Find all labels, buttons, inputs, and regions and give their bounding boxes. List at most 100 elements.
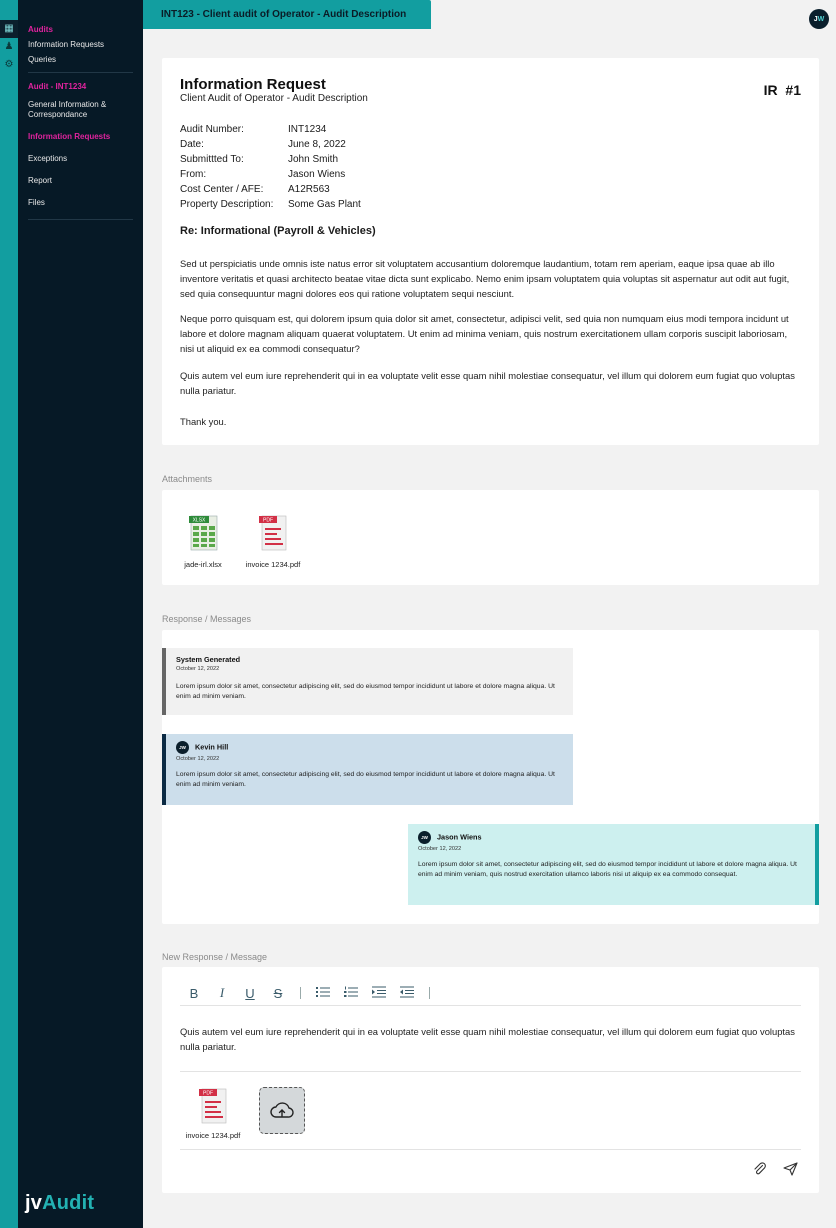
message-system: System Generated October 12, 2022 Lorem … bbox=[162, 648, 573, 715]
icon-rail: ▦ ♟ ⚙ bbox=[0, 0, 18, 1228]
avatar-initial: W bbox=[817, 15, 825, 23]
sidebar-item-information-requests-active[interactable]: Information Requests bbox=[28, 132, 133, 142]
gear-icon[interactable]: ⚙ bbox=[0, 56, 18, 74]
messages-label: Response / Messages bbox=[162, 614, 252, 624]
underline-button[interactable]: U bbox=[236, 986, 264, 1001]
request-paragraph: Neque porro quisquam est, qui dolorem ip… bbox=[180, 313, 789, 354]
meta-value: A12R563 bbox=[288, 184, 330, 195]
sidebar-item-files[interactable]: Files bbox=[28, 198, 133, 208]
pdf-icon: PDF bbox=[257, 514, 289, 552]
avatar: JW bbox=[176, 741, 189, 754]
outdent-icon[interactable] bbox=[393, 986, 421, 1001]
sidebar-item-information-requests[interactable]: Information Requests bbox=[28, 40, 133, 50]
meta-value: INT1234 bbox=[288, 124, 327, 135]
request-subtitle: Client Audit of Operator - Audit Descrip… bbox=[180, 93, 368, 104]
divider bbox=[180, 1149, 801, 1150]
message-date: October 12, 2022 bbox=[176, 666, 220, 672]
indent-icon[interactable] bbox=[365, 986, 393, 1001]
italic-button[interactable]: I bbox=[208, 985, 236, 1001]
meta-key: Property Description: bbox=[180, 199, 274, 210]
meta-value: John Smith bbox=[288, 154, 339, 165]
request-closing: Thank you. bbox=[180, 416, 227, 427]
editor-toolbar: B I U S bbox=[180, 985, 438, 1001]
attachment-name: invoice 1234.pdf bbox=[185, 1131, 241, 1140]
meta-row: From: Jason Wiens bbox=[180, 167, 361, 182]
meta-key: Audit Number: bbox=[180, 124, 244, 135]
message-text: Lorem ipsum dolor sit amet, consectetur … bbox=[176, 771, 555, 788]
numbered-list-icon[interactable] bbox=[337, 986, 365, 1001]
meta-row: Property Description: Some Gas Plant bbox=[180, 197, 361, 212]
sidebar-item-report[interactable]: Report bbox=[28, 176, 133, 186]
sidebar-item-label: Correspondance bbox=[28, 110, 88, 119]
user-icon[interactable]: ♟ bbox=[0, 38, 18, 56]
meta-row: Audit Number: INT1234 bbox=[180, 122, 361, 137]
send-icon[interactable] bbox=[783, 1162, 798, 1181]
message-author: System Generated bbox=[176, 655, 241, 664]
composer-label: New Response / Message bbox=[162, 952, 268, 962]
meta-value: Some Gas Plant bbox=[288, 199, 361, 210]
meta-value: June 8, 2022 bbox=[288, 139, 346, 150]
meta-key: From: bbox=[180, 169, 207, 180]
strikethrough-button[interactable]: S bbox=[264, 986, 292, 1001]
logo-text: jv bbox=[25, 1192, 43, 1214]
message-author: Jason Wiens bbox=[437, 832, 482, 842]
attachment-name: invoice 1234.pdf bbox=[245, 560, 301, 569]
file-badge: XLSX bbox=[193, 518, 206, 524]
divider bbox=[180, 1005, 801, 1006]
bullet-list-icon[interactable] bbox=[309, 986, 337, 1001]
message-text: Lorem ipsum dolor sit amet, consectetur … bbox=[418, 861, 797, 878]
message-date: October 12, 2022 bbox=[176, 756, 220, 762]
message-kevin: JW Kevin Hill October 12, 2022 Lorem ipsu… bbox=[162, 734, 573, 805]
request-paragraph: Quis autem vel eum iure reprehenderit qu… bbox=[180, 370, 795, 396]
sidebar-item-exceptions[interactable]: Exceptions bbox=[28, 154, 133, 164]
meta-row: Submittted To: John Smith bbox=[180, 152, 361, 167]
user-avatar[interactable]: JW bbox=[809, 9, 829, 29]
meta-key: Date: bbox=[180, 139, 204, 150]
dashboard-icon[interactable]: ▦ bbox=[0, 20, 18, 38]
toolbar-divider bbox=[300, 987, 301, 999]
request-meta: Audit Number: INT1234 Date: June 8, 2022 S… bbox=[180, 122, 361, 212]
sidebar: Audits Information Requests Queries Audi… bbox=[18, 0, 143, 1228]
attachments-label: Attachments bbox=[162, 474, 213, 484]
upload-dropzone[interactable] bbox=[259, 1087, 305, 1134]
sidebar-item-general-info[interactable]: General Information & Correspondance bbox=[28, 100, 133, 120]
paperclip-icon[interactable] bbox=[753, 1162, 767, 1181]
page-title: INT123 - Client audit of Operator - Audi… bbox=[161, 9, 407, 20]
avatar: JW bbox=[418, 831, 431, 844]
request-title: Information Request bbox=[180, 76, 326, 93]
composer-attachment-pdf[interactable]: PDF invoice 1234.pdf bbox=[178, 1087, 248, 1140]
request-subject: Re: Informational (Payroll & Vehicles) bbox=[180, 225, 376, 237]
file-badge: PDF bbox=[263, 518, 273, 524]
meta-key: Cost Center / AFE: bbox=[180, 184, 264, 195]
message-author: Kevin Hill bbox=[195, 742, 229, 752]
message-date: October 12, 2022 bbox=[418, 846, 462, 852]
cloud-upload-icon bbox=[270, 1101, 294, 1118]
meta-row: Date: June 8, 2022 bbox=[180, 137, 361, 152]
request-card: Information Request Client Audit of Oper… bbox=[162, 58, 819, 445]
attachments-card: XLSX jade-irl.xlsx PDF invoice 1234.pdf bbox=[162, 490, 819, 585]
request-paragraph: Sed ut perspiciatis unde omnis iste natu… bbox=[180, 258, 790, 299]
message-editor[interactable]: Quis autem vel eum iure reprehenderit qu… bbox=[180, 1024, 803, 1054]
message-author-row: JW Kevin Hill bbox=[176, 741, 563, 754]
attachment-name: jade-irl.xlsx bbox=[184, 560, 222, 569]
attachment-pdf[interactable]: PDF invoice 1234.pdf bbox=[238, 514, 308, 569]
page-title-bar: INT123 - Client audit of Operator - Audi… bbox=[143, 0, 431, 29]
bold-button[interactable]: B bbox=[180, 986, 208, 1001]
sidebar-head-audit-int1234[interactable]: Audit - INT1234 bbox=[28, 82, 133, 91]
logo-accent-text: Audit bbox=[42, 1192, 95, 1214]
meta-value: Jason Wiens bbox=[288, 169, 346, 180]
composer-card: B I U S Quis autem vel eum iure reprehen… bbox=[162, 967, 819, 1193]
toolbar-divider bbox=[429, 987, 430, 999]
sidebar-item-label: General Information & bbox=[28, 100, 107, 109]
meta-row: Cost Center / AFE: A12R563 bbox=[180, 182, 361, 197]
app-logo: jvAudit bbox=[25, 1192, 94, 1215]
divider bbox=[180, 1071, 801, 1072]
message-text: Lorem ipsum dolor sit amet, consectetur … bbox=[176, 683, 555, 700]
pdf-icon: PDF bbox=[197, 1087, 229, 1125]
file-badge: PDF bbox=[203, 1091, 213, 1097]
sidebar-item-queries[interactable]: Queries bbox=[28, 55, 133, 65]
message-jason: JW Jason Wiens October 12, 2022 Lorem ips… bbox=[408, 824, 819, 905]
meta-key: Submittted To: bbox=[180, 154, 244, 165]
sidebar-head-audits[interactable]: Audits bbox=[28, 25, 133, 34]
attachment-xlsx[interactable]: XLSX jade-irl.xlsx bbox=[168, 514, 238, 569]
